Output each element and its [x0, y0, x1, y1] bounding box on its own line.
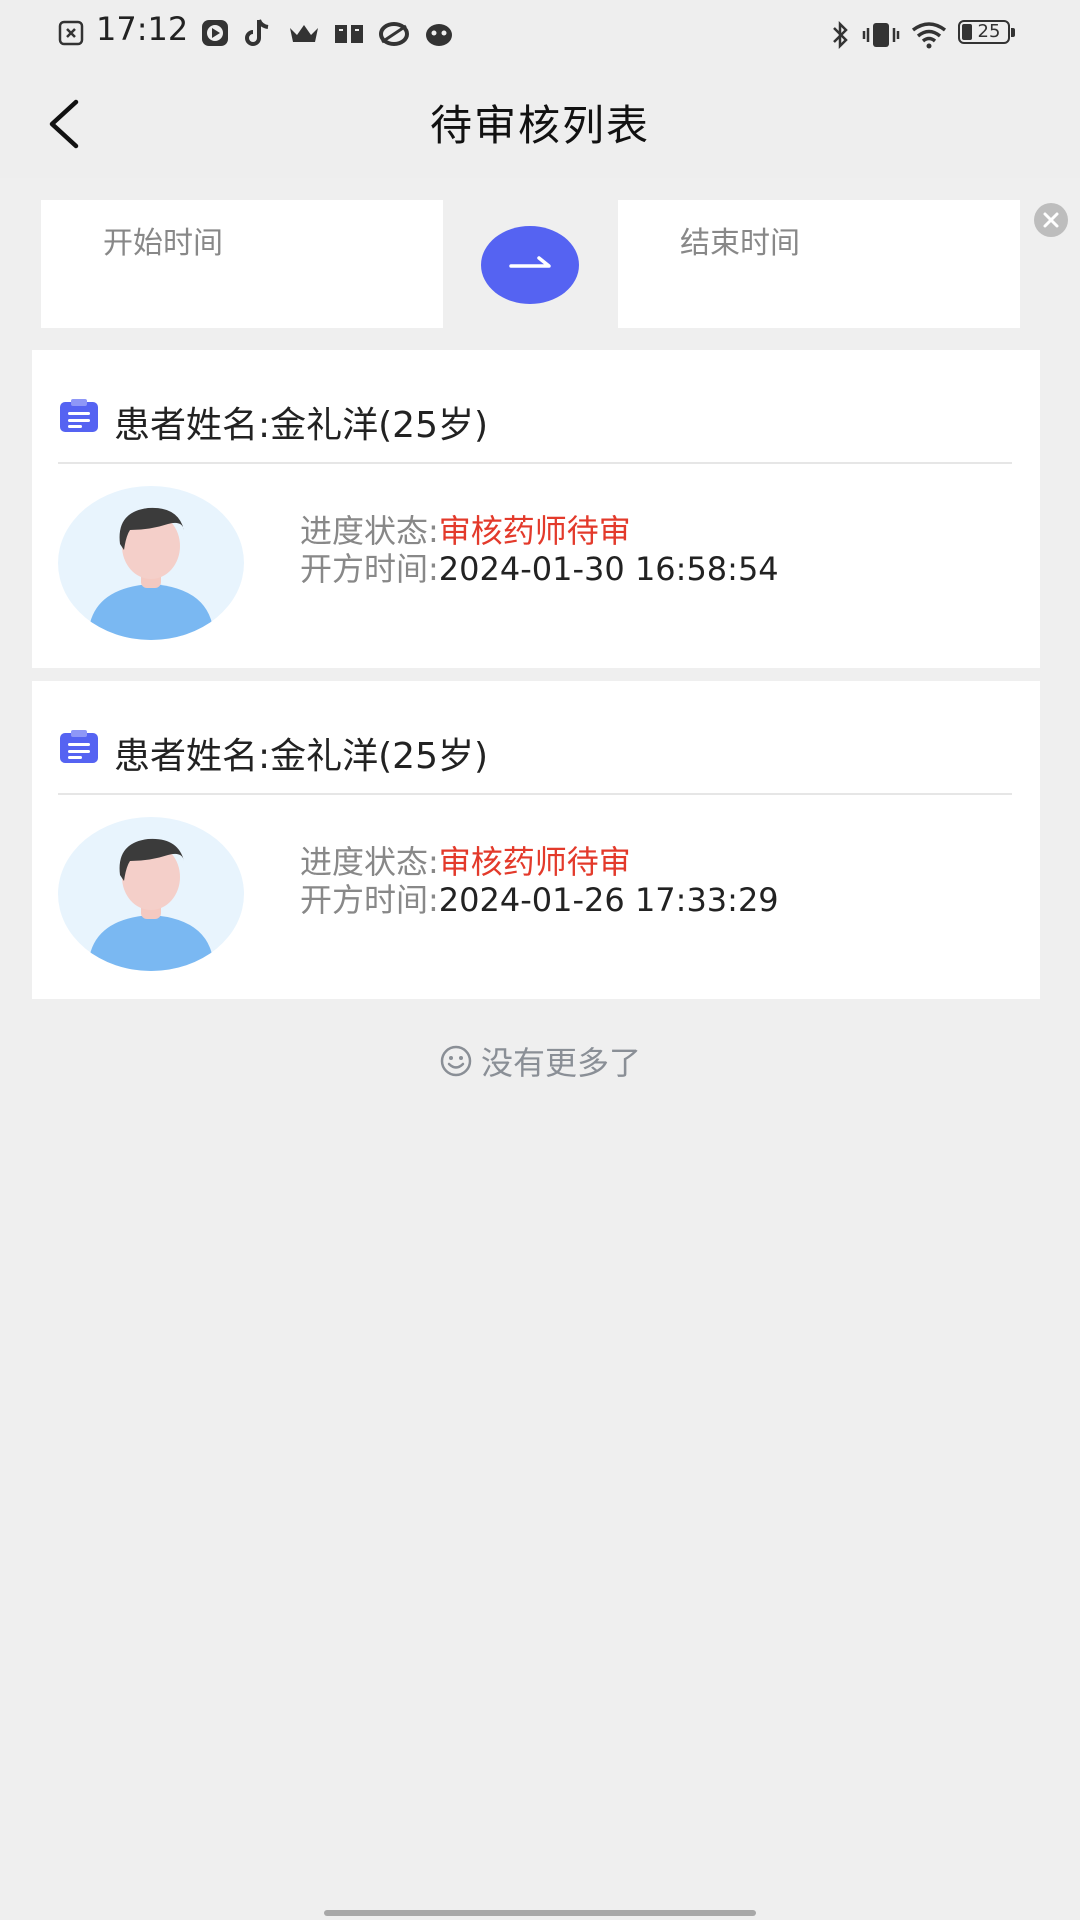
patient-name: 患者姓名:金礼洋(25岁): [114, 405, 489, 446]
status-value: 审核药师待审: [438, 843, 631, 881]
record-info: 进度状态:审核药师待审 开方时间:2024-01-26 17:33:29: [300, 843, 779, 919]
search-arrow-button[interactable]: [481, 226, 579, 304]
record-card[interactable]: 患者姓名:金礼洋(25岁) 进度状态:审核药师待审 开方时间:2024-01-3…: [32, 350, 1040, 668]
title-bar: 待审核列表: [0, 70, 1080, 178]
time-value: 2024-01-30 16:58:54: [438, 550, 779, 588]
tiktok-icon: [245, 19, 269, 46]
notification-x-icon: [58, 20, 84, 46]
start-date-input[interactable]: [101, 222, 425, 264]
bird-icon: [426, 24, 452, 46]
close-icon: [1043, 212, 1059, 228]
status-line: 进度状态:审核药师待审: [300, 843, 779, 881]
status-bar: 17:12 25: [0, 0, 1080, 70]
book-icon: [335, 25, 363, 43]
end-date-field[interactable]: [618, 200, 1020, 328]
clipboard-icon: [60, 399, 98, 432]
battery-icon: 25: [958, 20, 1018, 48]
wifi-icon: [911, 22, 947, 49]
time-label: 开方时间:: [300, 881, 439, 919]
clipboard-icon: [60, 730, 98, 763]
start-date-field[interactable]: [41, 200, 443, 328]
app-ring-icon: [379, 22, 409, 46]
date-filter: [0, 178, 1080, 348]
crown-icon: [290, 25, 318, 42]
smile-icon: [440, 1045, 472, 1077]
home-indicator[interactable]: [324, 1910, 756, 1916]
status-label: 进度状态:: [300, 512, 439, 550]
divider: [58, 793, 1012, 795]
time-value: 2024-01-26 17:33:29: [438, 881, 779, 919]
time-line: 开方时间:2024-01-30 16:58:54: [300, 550, 779, 588]
bluetooth-icon: [833, 20, 848, 50]
page-title: 待审核列表: [429, 101, 650, 150]
divider: [58, 462, 1012, 464]
time-label: 开方时间:: [300, 550, 439, 588]
avatar: [58, 817, 244, 971]
no-more-indicator: 没有更多了: [0, 1038, 1080, 1084]
time-line: 开方时间:2024-01-26 17:33:29: [300, 881, 779, 919]
vibrate-icon: [862, 23, 900, 47]
arrow-right-icon: [509, 256, 551, 268]
record-card[interactable]: 患者姓名:金礼洋(25岁) 进度状态:审核药师待审 开方时间:2024-01-2…: [32, 681, 1040, 999]
status-value: 审核药师待审: [438, 512, 631, 550]
status-time: 17:12: [96, 10, 189, 48]
record-info: 进度状态:审核药师待审 开方时间:2024-01-30 16:58:54: [300, 512, 779, 588]
patient-name: 患者姓名:金礼洋(25岁): [114, 736, 489, 777]
card-header: 患者姓名:金礼洋(25岁): [32, 681, 1040, 793]
video-play-icon: [202, 20, 228, 46]
no-more-text: 没有更多了: [480, 1044, 641, 1082]
card-header: 患者姓名:金礼洋(25岁): [32, 350, 1040, 462]
battery-level: 25: [977, 21, 1001, 42]
status-line: 进度状态:审核药师待审: [300, 512, 779, 550]
avatar: [58, 486, 244, 640]
status-label: 进度状态:: [300, 843, 439, 881]
clear-button[interactable]: [1034, 203, 1068, 237]
end-date-input[interactable]: [678, 222, 1002, 264]
